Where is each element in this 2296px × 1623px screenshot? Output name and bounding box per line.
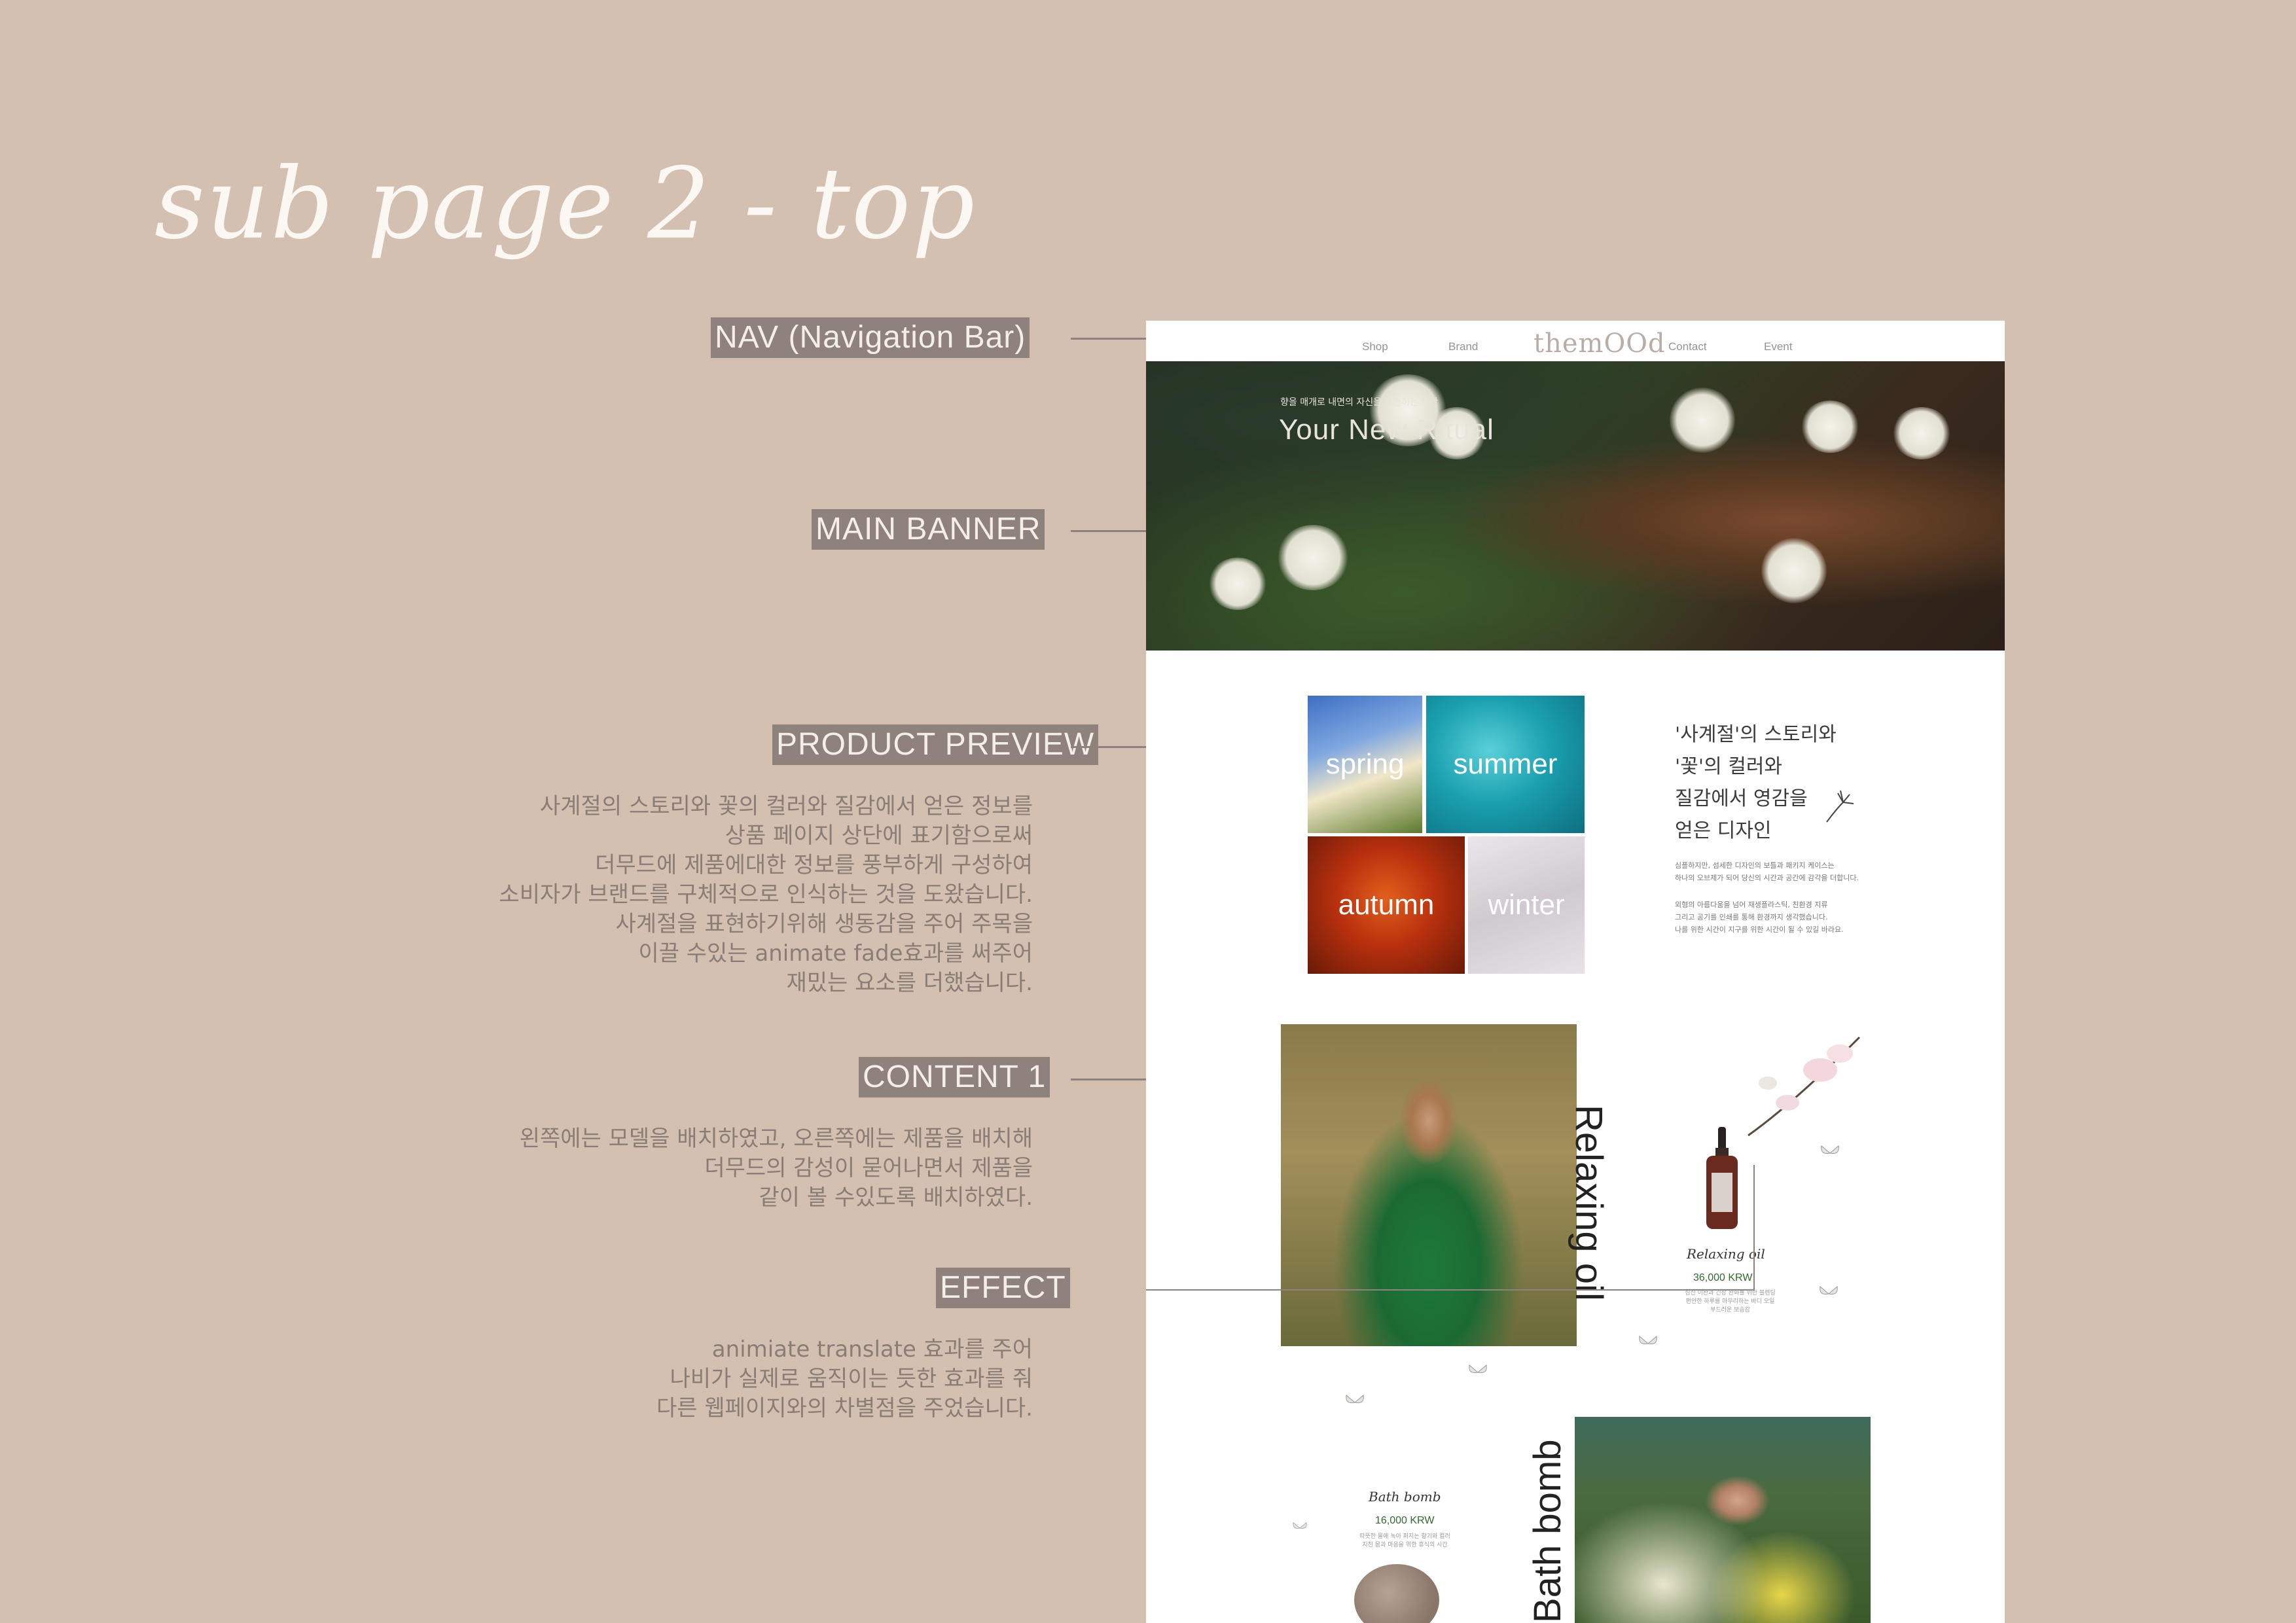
product-vertical-title-1: Relaxing oil bbox=[1568, 1105, 1610, 1301]
model-photo-2 bbox=[1575, 1417, 1871, 1623]
desc-line: 재밌는 요소를 더했습니다. bbox=[786, 970, 1033, 996]
page-title: sub page 2 - top bbox=[154, 147, 977, 261]
nav-item-brand[interactable]: Brand bbox=[1448, 340, 1478, 353]
product-desc-line: 지친 몸과 마음을 위한 휴식의 시간 bbox=[1362, 1542, 1448, 1548]
nav-item-contact[interactable]: Contact bbox=[1668, 340, 1707, 353]
story-heading-line: 얻은 디자인 bbox=[1675, 819, 1772, 842]
season-label: summer bbox=[1453, 748, 1558, 780]
main-banner: 향을 매개로 내면의 자신을 표현하는 시간 Your New Ritual bbox=[1146, 361, 2005, 651]
story-line: 그리고 공기를 인쇄를 통해 환경까지 생각했습니다. bbox=[1675, 913, 1828, 921]
desc-line: 소비자가 브랜드를 구체적으로 인식하는 것을 도왔습니다. bbox=[499, 882, 1033, 908]
desc-line: 사계절의 스토리와 꽃의 컬러와 질감에서 얻은 정보를 bbox=[539, 793, 1033, 819]
flower-image bbox=[1670, 387, 1735, 453]
annotation-tag-nav: NAV (Navigation Bar) bbox=[711, 317, 1030, 358]
oil-bottle-image bbox=[1706, 1127, 1738, 1229]
desc-line: 다른 웹페이지와의 차별점을 주었습니다. bbox=[656, 1395, 1033, 1421]
story-line: 나를 위한 시간이 지구를 위한 시간이 될 수 있길 바라요. bbox=[1675, 925, 1844, 934]
product-desc-line: 따뜻한 물에 녹아 퍼지는 향기와 컬러 bbox=[1359, 1533, 1450, 1540]
annotation-desc-content-1: 왼쪽에는 모델을 배치하였고, 오른쪽에는 제품을 배치해 더무드의 감성이 묻… bbox=[520, 1124, 1033, 1213]
flower-image bbox=[1208, 558, 1267, 610]
season-label: autumn bbox=[1338, 889, 1435, 921]
story-paragraph-1: 심플하지만, 섬세한 디자인의 보틀과 패키지 케이스는 하나의 오브제가 되어… bbox=[1675, 859, 1859, 884]
brand-logo[interactable]: themOOd bbox=[1534, 329, 1666, 359]
product-desc-line: 부드러운 보습감 bbox=[1710, 1307, 1750, 1313]
flower-image bbox=[1277, 525, 1349, 590]
season-label: winter bbox=[1488, 889, 1565, 921]
desc-line: 나비가 실제로 움직이는 듯한 효과를 줘 bbox=[670, 1366, 1033, 1392]
story-heading-line: '사계절'의 스토리와 bbox=[1675, 723, 1837, 746]
product-desc-line: 편안한 하루를 마무리하는 바디 오일 bbox=[1685, 1298, 1775, 1305]
season-tile-spring[interactable]: spring bbox=[1308, 696, 1422, 833]
desc-line: 상품 페이지 상단에 표기함으로써 bbox=[725, 823, 1033, 849]
flower-image bbox=[1761, 538, 1827, 603]
desc-line: 더무드의 감성이 묻어나면서 제품을 bbox=[704, 1155, 1033, 1181]
butterfly-icon bbox=[1821, 1145, 1839, 1154]
nav-item-event[interactable]: Event bbox=[1764, 340, 1792, 353]
annotation-desc-product-preview: 사계절의 스토리와 꽃의 컬러와 질감에서 얻은 정보를 상품 페이지 상단에 … bbox=[499, 792, 1033, 998]
product-price-1: 36,000 KRW bbox=[1693, 1272, 1753, 1283]
season-tile-autumn[interactable]: autumn bbox=[1308, 836, 1465, 974]
butterfly-icon bbox=[1639, 1336, 1657, 1344]
story-line: 외형의 아름다움을 넘어 재생플라스틱, 친환경 지류 bbox=[1675, 901, 1828, 909]
effect-connector-line bbox=[1753, 1165, 1755, 1289]
story-heading-line: 질감에서 영감을 bbox=[1675, 787, 1808, 810]
desc-line: 왼쪽에는 모델을 배치하였고, 오른쪽에는 제품을 배치해 bbox=[519, 1126, 1033, 1152]
season-tile-winter[interactable]: winter bbox=[1468, 836, 1585, 974]
product-price-2: 16,000 KRW bbox=[1375, 1515, 1435, 1526]
annotation-tag-product-preview: PRODUCT PREVIEW bbox=[772, 724, 1099, 765]
banner-subtitle: 향을 매개로 내면의 자신을 표현하는 시간 bbox=[1280, 397, 1439, 408]
butterfly-icon bbox=[1346, 1395, 1364, 1403]
effect-connector-line bbox=[1146, 1289, 1755, 1291]
annotation-desc-effect: animiate translate 효과를 주어 나비가 실제로 움직이는 듯… bbox=[656, 1335, 1033, 1423]
annotation-tag-main-banner: MAIN BANNER bbox=[812, 509, 1045, 550]
story-heading-line: '꽃'의 컬러와 bbox=[1675, 755, 1783, 778]
magnolia-branch-image bbox=[1748, 1036, 1861, 1137]
product-desc-1: 심신 이완과 긴장 완화를 위한 블렌딩 편안한 하루를 마무리하는 바디 오일… bbox=[1676, 1289, 1784, 1315]
desc-line: 더무드에 제품에대한 정보를 풍부하게 구성하여 bbox=[595, 852, 1033, 878]
product-name-2: Bath bomb bbox=[1369, 1489, 1441, 1505]
desc-line: 이끌 수있는 animate fade효과를 써주어 bbox=[638, 940, 1033, 967]
desc-line: 같이 볼 수있도록 배치하였다. bbox=[759, 1185, 1033, 1211]
season-label: spring bbox=[1325, 748, 1405, 780]
nav-item-shop[interactable]: Shop bbox=[1362, 340, 1388, 353]
product-desc-2: 따뜻한 물에 녹아 퍼지는 향기와 컬러 지친 몸과 마음을 위한 휴식의 시간 bbox=[1354, 1533, 1456, 1550]
story-line: 심플하지만, 섬세한 디자인의 보틀과 패키지 케이스는 bbox=[1675, 861, 1835, 870]
season-tile-summer[interactable]: summer bbox=[1426, 696, 1585, 833]
model-photo-1 bbox=[1281, 1024, 1577, 1346]
banner-title: Your New Ritual bbox=[1279, 414, 1494, 446]
butterfly-icon bbox=[1293, 1522, 1307, 1529]
desc-line: animiate translate 효과를 주어 bbox=[711, 1336, 1033, 1363]
story-paragraph-2: 외형의 아름다움을 넘어 재생플라스틱, 친환경 지류 그리고 공기를 인쇄를 … bbox=[1675, 899, 1844, 936]
flower-image bbox=[1892, 407, 1951, 459]
product-vertical-title-2: Bath bomb bbox=[1526, 1439, 1569, 1623]
annotation-tag-effect: EFFECT bbox=[936, 1268, 1070, 1308]
story-heading: '사계절'의 스토리와 '꽃'의 컬러와 질감에서 영감을 얻은 디자인 bbox=[1675, 719, 1837, 847]
desc-line: 사계절을 표현하기위해 생동감을 주어 주목을 bbox=[615, 911, 1033, 937]
butterfly-icon bbox=[1469, 1364, 1487, 1373]
annotation-tag-content-1: CONTENT 1 bbox=[859, 1057, 1050, 1097]
webpage-mockup: Shop Brand themOOd Contact Event 향을 매개로 … bbox=[1146, 321, 2005, 1623]
mockup-nav-bar: Shop Brand themOOd Contact Event bbox=[1146, 321, 2005, 361]
story-line: 하나의 오브제가 되어 당신의 시간과 공간에 감각을 더합니다. bbox=[1675, 874, 1859, 882]
flower-sketch-icon bbox=[1826, 790, 1854, 823]
butterfly-icon bbox=[1820, 1286, 1838, 1294]
flower-image bbox=[1801, 401, 1859, 453]
bath-bomb-image bbox=[1354, 1564, 1439, 1623]
